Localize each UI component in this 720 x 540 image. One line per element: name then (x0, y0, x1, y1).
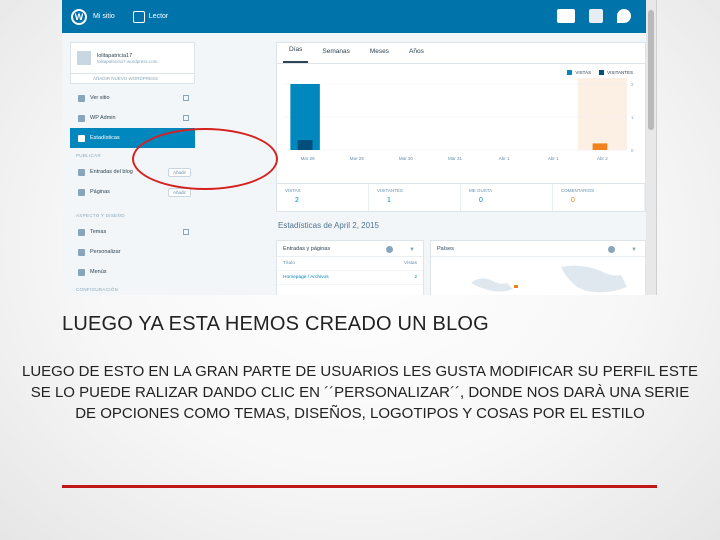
total-views[interactable]: VISTAS 2 (277, 184, 369, 211)
stats-totals: VISTAS 2 VISITANTES 1 ME GUSTA 0 COMENTARIO… (276, 184, 646, 212)
posts-pages-panel: Entradas y páginas ▼ Título Vistas Homepa… (276, 240, 424, 295)
total-visitors[interactable]: VISITANTES 1 (369, 184, 461, 211)
sidebar-item-view-site[interactable]: Ver sitio (70, 88, 195, 108)
sidebar-item-label: WP Admin (90, 115, 116, 121)
x-tick-label: Abr 1 (548, 156, 559, 161)
menu-icon (78, 268, 85, 276)
sidebar-item-menus[interactable]: Menús (70, 262, 195, 282)
x-tick-label: Mar 30 (399, 156, 414, 161)
stats-date-heading: Estadísticas de April 2, 2015 (278, 221, 379, 230)
external-link-icon (183, 229, 189, 235)
total-comments[interactable]: COMENTARIOS 0 (553, 184, 645, 211)
paintbrush-icon (78, 248, 85, 256)
wordpress-toolbar: W Mi sitio Lector (62, 0, 656, 33)
legend-views: VISTAS (567, 70, 591, 76)
page-icon (78, 188, 85, 196)
chevron-down-icon[interactable]: ▼ (409, 247, 415, 253)
my-site-label: Mi sitio (93, 13, 115, 20)
highlight-circle (132, 128, 278, 190)
wordpress-icon (78, 114, 85, 122)
stats-main: Días Semanas Meses Años VISTAS VISITANTE… (276, 42, 646, 295)
countries-panel: Países ▼ (430, 240, 646, 295)
section-heading-design: ASPECTO Y DISEÑO (76, 213, 125, 218)
sidebar-item-label: Personalizar (90, 249, 121, 255)
external-link-icon (183, 115, 189, 121)
posts-panel-header: Título Vistas (277, 257, 423, 271)
reader-icon (132, 10, 145, 23)
stats-bar-chart[interactable]: 2 1 0 Mar 28 Mar 29 Mar 30 Mar 31 Abr 1 Abr 1 Abr… (277, 78, 647, 170)
site-url: lolitapatricia17.wordpress.com (97, 58, 158, 64)
sidebar-item-label: Menús (90, 269, 107, 275)
reader-label: Lector (148, 13, 169, 20)
help-icon[interactable] (608, 246, 615, 253)
chart-legend: VISTAS VISITANTES (567, 70, 633, 76)
tab-months[interactable]: Meses (364, 48, 395, 63)
x-tick-label: Mar 28 (301, 156, 316, 161)
world-map (471, 265, 627, 293)
sidebar-item-wp-admin[interactable]: WP Admin (70, 108, 195, 128)
scrollbar[interactable] (646, 0, 656, 295)
help-icon[interactable] (386, 246, 393, 253)
site-icon (77, 51, 91, 65)
bar-visitors (297, 140, 313, 150)
pin-icon (78, 168, 85, 176)
posts-panel-title: Entradas y páginas (277, 241, 423, 257)
site-card[interactable]: lolitapatricia17 lolitapatricia17.wordpr… (70, 42, 195, 74)
y-tick-label: 0 (631, 148, 634, 153)
y-tick-label: 2 (631, 82, 634, 87)
sidebar-item-label: Entradas del blog (90, 169, 133, 175)
sidebar-item-label: Temas (90, 229, 107, 235)
legend-visitors: VISITANTES (599, 70, 633, 76)
section-heading-config: CONFIGURACIÓN (76, 287, 119, 292)
tab-days[interactable]: Días (283, 46, 309, 63)
total-likes[interactable]: ME GUSTA 0 (461, 184, 553, 211)
period-tabs: Días Semanas Meses Años (276, 42, 646, 64)
themes-icon (78, 228, 85, 236)
sidebar-item-label: Ver sitio (90, 95, 110, 101)
sidebar-item-customize[interactable]: Personalizar (70, 242, 195, 262)
reader-link[interactable]: Lector (132, 10, 169, 23)
table-row[interactable]: Homepage / Archivos 2 (277, 271, 423, 285)
x-tick-label: Abr 2 (597, 156, 608, 161)
add-site-link[interactable]: AÑADIR NUEVO WORDPRESS (70, 74, 195, 84)
notifications-icon[interactable] (617, 9, 631, 23)
sidebar-item-themes[interactable]: Temas (70, 222, 195, 242)
bar-visitors (592, 143, 608, 150)
sidebar-item-label: Páginas (90, 189, 110, 195)
wordpress-logo-icon[interactable]: W (71, 8, 87, 25)
highlight-column (577, 78, 627, 150)
stats-chart-card: VISTAS VISITANTES 2 1 0 Mar 28 Mar 29 Mar 30 M… (276, 64, 646, 184)
external-link-icon (183, 95, 189, 101)
my-site-link[interactable]: Mi sitio (93, 13, 115, 20)
tab-years[interactable]: Años (403, 48, 430, 63)
x-tick-label: Abr 1 (499, 156, 510, 161)
write-icon[interactable] (557, 9, 575, 23)
x-tick-label: Mar 31 (448, 156, 463, 161)
slide-body: LUEGO DE ESTO EN LA GRAN PARTE DE USUARI… (22, 363, 698, 422)
bar-chart-icon (78, 134, 85, 142)
y-tick-label: 1 (631, 115, 634, 120)
chevron-down-icon[interactable]: ▼ (631, 247, 637, 253)
sidebar-item-label: Estadísticas (90, 135, 120, 141)
computer-icon (78, 94, 85, 102)
divider-line (62, 485, 657, 488)
scrollbar-thumb[interactable] (648, 10, 654, 130)
tab-weeks[interactable]: Semanas (316, 48, 355, 63)
x-tick-label: Mar 29 (350, 156, 365, 161)
slide-title: LUEGO YA ESTA HEMOS CREADO UN BLOG (62, 313, 489, 335)
profile-icon[interactable] (589, 9, 603, 23)
